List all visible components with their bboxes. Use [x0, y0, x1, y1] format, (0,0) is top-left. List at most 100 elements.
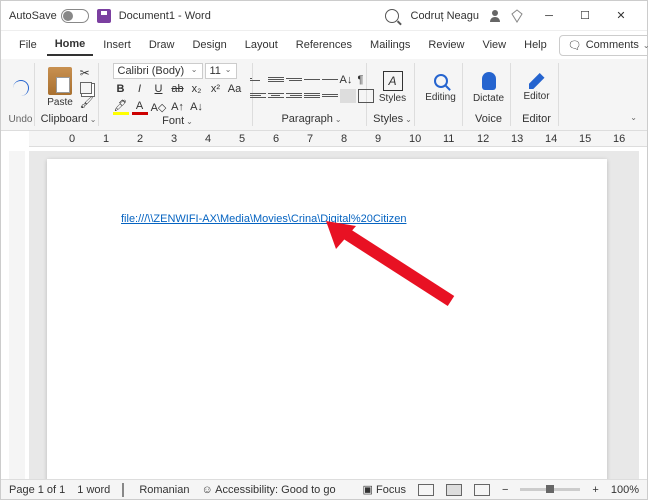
- menu-layout[interactable]: Layout: [237, 35, 286, 55]
- comments-button[interactable]: 🗨 Comments ⌄: [559, 35, 648, 56]
- menu-help[interactable]: Help: [516, 35, 555, 55]
- indent-inc-button[interactable]: [322, 73, 338, 87]
- undo-group: Undo: [7, 63, 35, 126]
- word-count[interactable]: 1 word: [77, 484, 110, 496]
- indent-dec-button[interactable]: [304, 73, 320, 87]
- justify-button[interactable]: [304, 89, 320, 103]
- cut-icon[interactable]: ✂: [80, 66, 94, 80]
- menu-draw[interactable]: Draw: [141, 35, 183, 55]
- menu-design[interactable]: Design: [184, 35, 234, 55]
- editor-icon: [529, 73, 545, 89]
- save-icon[interactable]: [97, 9, 111, 23]
- bold-button[interactable]: B: [113, 81, 129, 97]
- font-group: Calibri (Body)⌄ 11⌄ B I U ab x₂ x² Aa 🖊 …: [103, 63, 253, 126]
- font-size-select[interactable]: 11⌄: [205, 63, 237, 79]
- language-status[interactable]: Romanian: [139, 484, 189, 496]
- status-bar: Page 1 of 1 1 word Romanian ☺ Accessibil…: [1, 479, 647, 499]
- focus-icon: ▣: [363, 484, 373, 496]
- autosave-toggle[interactable]: AutoSave: [9, 9, 89, 23]
- superscript-button[interactable]: x²: [208, 81, 224, 97]
- shading-button[interactable]: [340, 89, 356, 103]
- person-icon: ☺: [201, 484, 212, 496]
- case-button[interactable]: Aa: [227, 81, 243, 97]
- highlight-button[interactable]: 🖊: [113, 99, 129, 115]
- page-count[interactable]: Page 1 of 1: [9, 484, 65, 496]
- menu-bar: File Home Insert Draw Design Layout Refe…: [1, 31, 647, 59]
- editing-button[interactable]: Editing: [421, 72, 460, 103]
- microphone-icon: [482, 72, 496, 90]
- hyperlink[interactable]: file:///\\ZENWIFI-AX\Media\Movies\Crina\…: [121, 213, 406, 225]
- document-area[interactable]: file:///\\ZENWIFI-AX\Media\Movies\Crina\…: [29, 151, 639, 479]
- diamond-icon[interactable]: [509, 8, 525, 24]
- menu-insert[interactable]: Insert: [95, 35, 139, 55]
- switch-off-icon[interactable]: [61, 9, 89, 23]
- horizontal-ruler[interactable]: 012345678910111213141516: [29, 131, 647, 147]
- user-avatar-icon[interactable]: [487, 8, 503, 24]
- close-button[interactable]: ✕: [603, 2, 639, 30]
- numbering-button[interactable]: [268, 73, 284, 87]
- sort-button[interactable]: A↓: [340, 73, 356, 87]
- dictate-button[interactable]: Dictate: [469, 71, 508, 104]
- multilevel-button[interactable]: [286, 73, 302, 87]
- undo-label: Undo: [9, 112, 33, 126]
- document-page[interactable]: file:///\\ZENWIFI-AX\Media\Movies\Crina\…: [47, 159, 607, 479]
- user-name: Codruț Neagu: [411, 10, 480, 22]
- strike-button[interactable]: ab: [170, 81, 186, 97]
- italic-button[interactable]: I: [132, 81, 148, 97]
- editing-group: Editing: [419, 63, 463, 126]
- menu-file[interactable]: File: [11, 35, 45, 55]
- find-icon: [434, 74, 448, 88]
- zoom-in-button[interactable]: +: [592, 484, 598, 496]
- maximize-button[interactable]: ☐: [567, 2, 603, 30]
- accessibility-status[interactable]: ☺ Accessibility: Good to go: [201, 484, 335, 496]
- clipboard-group: Paste ✂ 🖌 Clipboard⌄: [39, 63, 99, 126]
- paste-icon: [48, 67, 72, 95]
- web-layout-button[interactable]: [474, 484, 490, 496]
- focus-mode-button[interactable]: ▣ Focus: [363, 483, 406, 496]
- voice-group: Dictate Voice: [467, 63, 511, 126]
- styles-button[interactable]: A Styles: [375, 71, 410, 104]
- subscript-button[interactable]: x₂: [189, 81, 205, 97]
- vertical-ruler[interactable]: [9, 151, 25, 479]
- line-spacing-button[interactable]: [322, 89, 338, 103]
- paragraph-group: A↓ ¶ Paragraph⌄: [257, 63, 367, 126]
- print-layout-button[interactable]: [446, 484, 462, 496]
- editor-group: Editor Editor: [515, 63, 559, 126]
- styles-group: A Styles Styles⌄: [371, 63, 415, 126]
- font-name-select[interactable]: Calibri (Body)⌄: [113, 63, 203, 79]
- search-icon[interactable]: [385, 9, 399, 23]
- editor-button[interactable]: Editor: [519, 73, 553, 102]
- read-mode-button[interactable]: [418, 484, 434, 496]
- copy-icon[interactable]: [80, 82, 92, 94]
- menu-view[interactable]: View: [474, 35, 514, 55]
- shrink-font-button[interactable]: A↓: [189, 99, 205, 115]
- menu-mailings[interactable]: Mailings: [362, 35, 418, 55]
- zoom-out-button[interactable]: −: [502, 484, 508, 496]
- menu-home[interactable]: Home: [47, 34, 94, 56]
- grow-font-button[interactable]: A↑: [170, 99, 186, 115]
- minimize-button[interactable]: ─: [531, 2, 567, 30]
- align-left-button[interactable]: [250, 89, 266, 103]
- clear-format-button[interactable]: A◇: [151, 99, 167, 115]
- format-painter-icon[interactable]: 🖌: [80, 96, 94, 109]
- document-title: Document1 - Word: [119, 10, 211, 22]
- ribbon: Undo Paste ✂ 🖌 Clipboard⌄ Calibri (Body)…: [1, 59, 647, 131]
- title-bar: AutoSave Document1 - Word Codruț Neagu ─…: [1, 1, 647, 31]
- zoom-slider[interactable]: [520, 488, 580, 491]
- align-right-button[interactable]: [286, 89, 302, 103]
- undo-icon[interactable]: [13, 80, 29, 96]
- underline-button[interactable]: U: [151, 81, 167, 97]
- menu-references[interactable]: References: [288, 35, 360, 55]
- align-center-button[interactable]: [268, 89, 284, 103]
- styles-icon: A: [383, 71, 403, 91]
- spell-check-icon[interactable]: [122, 484, 127, 496]
- menu-review[interactable]: Review: [420, 35, 472, 55]
- comment-icon: 🗨: [568, 39, 582, 52]
- ribbon-collapse-button[interactable]: ⌄: [626, 109, 641, 126]
- font-color-button[interactable]: A: [132, 99, 148, 115]
- paste-button[interactable]: Paste: [43, 67, 77, 108]
- autosave-label: AutoSave: [9, 10, 57, 22]
- bullets-button[interactable]: [250, 73, 266, 87]
- chevron-down-icon: ⌄: [643, 41, 648, 50]
- zoom-level[interactable]: 100%: [611, 484, 639, 496]
